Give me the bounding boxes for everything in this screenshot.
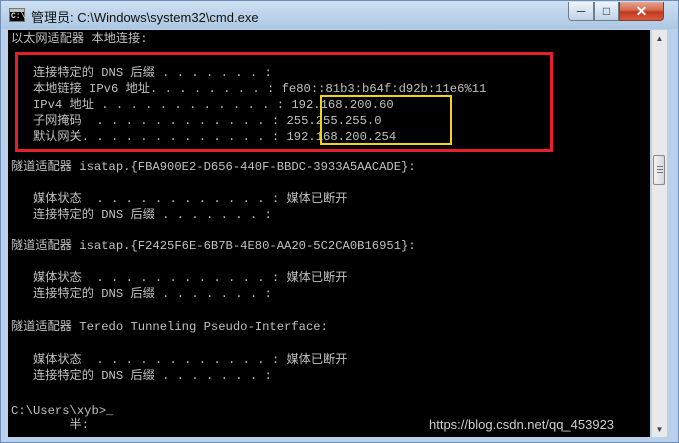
console-line: 半: [11, 418, 90, 432]
maximize-button[interactable]: □ [594, 2, 619, 21]
window-title: 管理员: C:\Windows\system32\cmd.exe [31, 10, 259, 25]
console-line: 媒体状态 . . . . . . . . . . . . : 媒体已断开 [11, 271, 348, 285]
scroll-up-icon[interactable]: ▲ [652, 30, 667, 46]
red-highlight-box [15, 52, 553, 152]
scroll-thumb[interactable] [653, 155, 665, 185]
console-line: 媒体状态 . . . . . . . . . . . . : 媒体已断开 [11, 353, 348, 367]
cmd-window: C:\ 管理员: C:\Windows\system32\cmd.exe ─ □… [0, 0, 679, 443]
title-bar[interactable]: C:\ 管理员: C:\Windows\system32\cmd.exe ─ □… [1, 1, 678, 29]
console-line: 媒体状态 . . . . . . . . . . . . : 媒体已断开 [11, 192, 348, 206]
close-button[interactable]: ✕ [619, 2, 664, 21]
vertical-scrollbar[interactable]: ▲ ▼ [651, 30, 667, 437]
minimize-button[interactable]: ─ [568, 2, 594, 21]
cmd-icon: C:\ [9, 8, 25, 22]
console-line: 以太网适配器 本地连接: [11, 32, 148, 46]
console-line: 连接特定的 DNS 后缀 . . . . . . . : [11, 287, 272, 301]
console-line: 隧道适配器 Teredo Tunneling Pseudo-Interface: [11, 320, 328, 334]
console-line: 隧道适配器 isatap.{F2425F6E-6B7B-4E80-AA20-5C… [11, 239, 416, 253]
console-line: 隧道适配器 isatap.{FBA900E2-D656-440F-BBDC-39… [11, 160, 416, 174]
scroll-down-icon[interactable]: ▼ [652, 421, 667, 437]
yellow-highlight-box [320, 95, 452, 145]
console-line: 连接特定的 DNS 后缀 . . . . . . . : [11, 208, 272, 222]
watermark: https://blog.csdn.net/qq_453923 [429, 417, 615, 432]
console-line: 连接特定的 DNS 后缀 . . . . . . . : [11, 369, 272, 383]
